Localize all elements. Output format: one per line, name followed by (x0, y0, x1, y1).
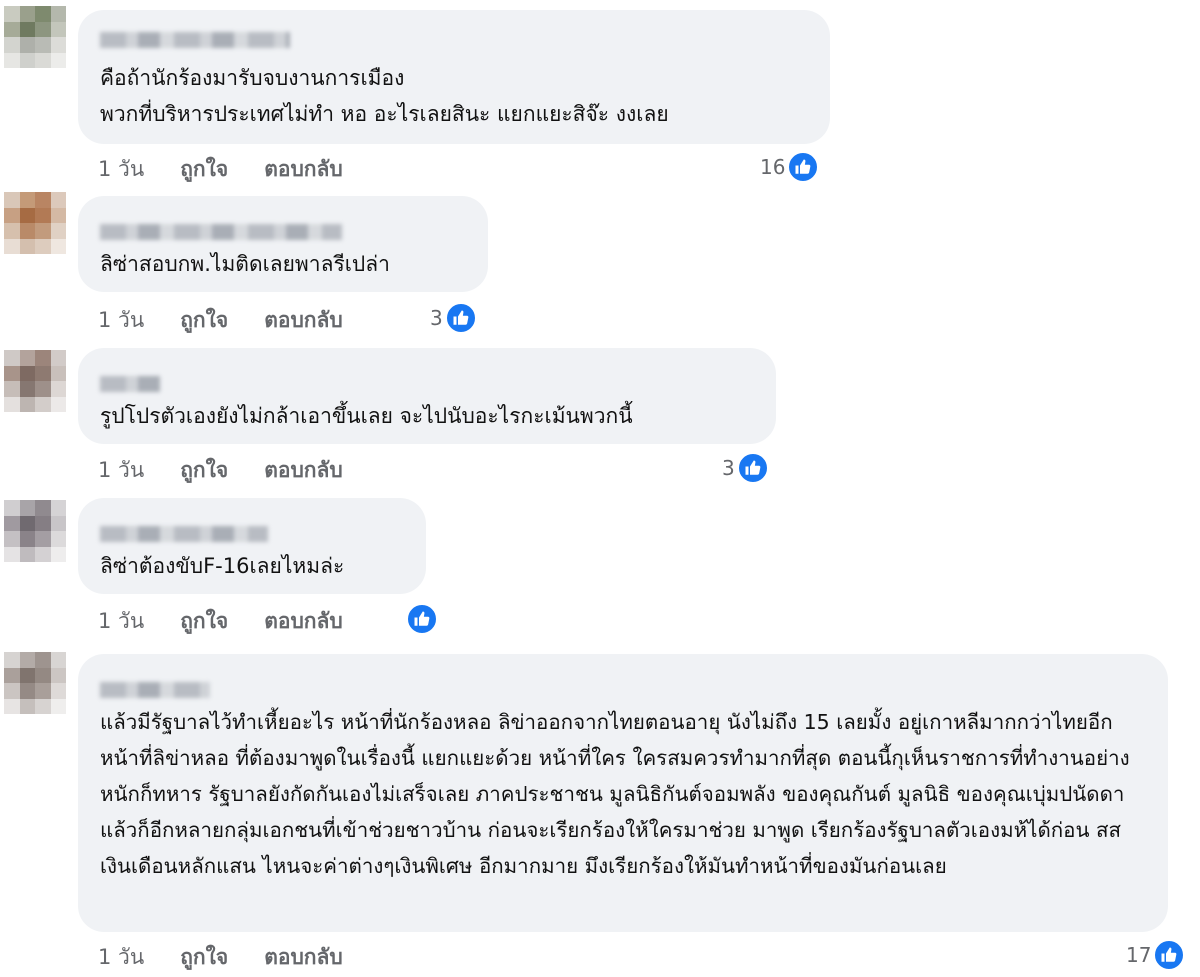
comment-text: ลิซ่าต้องขับF-16เลยไหมล่ะ (100, 554, 345, 578)
comment-bubble: คือถ้านักร้องมารับจบงานการเมือง พวกที่บร… (78, 10, 830, 144)
author-name-blurred[interactable] (100, 32, 290, 48)
comment-actions: 1 วัน ถูกใจ ตอบกลับ (98, 154, 343, 184)
reaction-count[interactable]: 17 (1126, 938, 1186, 972)
author-name-blurred[interactable] (100, 376, 160, 392)
like-button[interactable]: ถูกใจ (180, 304, 228, 337)
reaction-count[interactable]: 16 (760, 150, 820, 184)
comment-time[interactable]: 1 วัน (98, 304, 144, 337)
comment-text: คือถ้านักร้องมารับจบงานการเมือง พวกที่บร… (100, 66, 669, 126)
reaction-count[interactable]: 3 (722, 451, 769, 485)
reaction-count-number: 3 (430, 306, 443, 330)
thumbs-up-icon (406, 603, 438, 635)
comment-time[interactable]: 1 วัน (98, 605, 144, 638)
reply-button[interactable]: ตอบกลับ (264, 605, 343, 638)
comment-time[interactable]: 1 วัน (98, 941, 144, 974)
avatar[interactable] (4, 500, 66, 562)
comment-text: ลิซ่าสอบกพ.ไมติดเลยพาลรีเปล่า (100, 252, 390, 276)
avatar[interactable] (4, 192, 66, 254)
avatar[interactable] (4, 6, 66, 68)
thumbs-up-icon (444, 302, 477, 334)
comment-actions: 1 วัน ถูกใจ ตอบกลับ (98, 305, 343, 335)
like-button[interactable]: ถูกใจ (180, 605, 228, 638)
comment-actions: 1 วัน ถูกใจ ตอบกลับ (98, 942, 343, 972)
comment-bubble: รูปโปรตัวเองยังไม่กล้าเอาขึ้นเลย จะไปนับ… (78, 348, 776, 444)
reply-button[interactable]: ตอบกลับ (264, 304, 343, 337)
comment-time[interactable]: 1 วัน (98, 153, 144, 186)
author-name-blurred[interactable] (100, 526, 268, 542)
thumbs-up-icon (787, 151, 820, 183)
avatar[interactable] (4, 350, 66, 412)
reply-button[interactable]: ตอบกลับ (264, 941, 343, 974)
reaction-count-number: 16 (760, 155, 786, 179)
reply-button[interactable]: ตอบกลับ (264, 153, 343, 186)
comment-bubble: ลิซ่าต้องขับF-16เลยไหมล่ะ (78, 498, 426, 594)
comment-bubble: แล้วมีรัฐบาลไว้ทำเหี้ยอะไร หน้าที่นักร้อ… (78, 654, 1168, 932)
comment-actions: 1 วัน ถูกใจ ตอบกลับ (98, 606, 343, 636)
comment-text: รูปโปรตัวเองยังไม่กล้าเอาขึ้นเลย จะไปนับ… (100, 404, 633, 428)
avatar[interactable] (4, 652, 66, 714)
reaction-count-number: 3 (722, 456, 735, 480)
reply-button[interactable]: ตอบกลับ (264, 454, 343, 487)
like-button[interactable]: ถูกใจ (180, 941, 228, 974)
comment-time[interactable]: 1 วัน (98, 454, 144, 487)
author-name-blurred[interactable] (100, 224, 342, 240)
reaction-count[interactable]: 3 (430, 301, 477, 335)
comment-text: แล้วมีรัฐบาลไว้ทำเหี้ยอะไร หน้าที่นักร้อ… (100, 710, 1131, 878)
like-button[interactable]: ถูกใจ (180, 153, 228, 186)
comment-actions: 1 วัน ถูกใจ ตอบกลับ (98, 455, 343, 485)
author-name-blurred[interactable] (100, 682, 210, 698)
comment-bubble: ลิซ่าสอบกพ.ไมติดเลยพาลรีเปล่า (78, 196, 488, 292)
reaction-count[interactable] (404, 602, 438, 636)
thumbs-up-icon (1153, 939, 1186, 971)
thumbs-up-icon (736, 452, 769, 484)
reaction-count-number: 17 (1126, 943, 1152, 967)
like-button[interactable]: ถูกใจ (180, 454, 228, 487)
